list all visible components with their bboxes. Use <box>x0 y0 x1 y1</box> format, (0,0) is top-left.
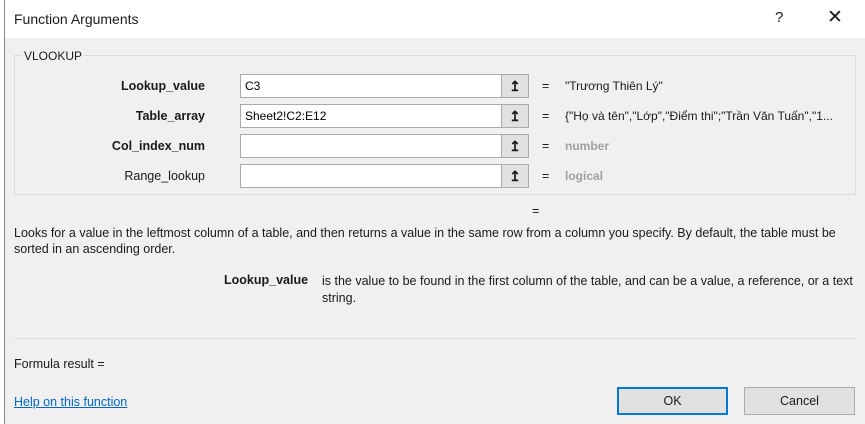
collapse-ref-icon[interactable]: ↥ <box>501 74 529 98</box>
help-icon[interactable]: ? <box>775 9 783 26</box>
formula-result: Formula result = <box>14 357 105 371</box>
lookup-value-input[interactable] <box>240 74 502 98</box>
arg-row-lookup-value: Lookup_value ↥ = "Trương Thiên Lý" <box>15 74 855 98</box>
equals-sign: = <box>542 139 550 153</box>
col-index-num-input[interactable] <box>240 134 502 158</box>
arg-result: number <box>565 139 610 153</box>
function-description: Looks for a value in the leftmost column… <box>14 226 836 256</box>
close-icon[interactable]: ✕ <box>827 6 843 29</box>
arg-help-text: is the value to be found in the first co… <box>322 274 853 305</box>
collapse-ref-icon[interactable]: ↥ <box>501 164 529 188</box>
function-arguments-dialog: Function Arguments ? ✕ Lookup_value ↥ = … <box>4 0 865 424</box>
arg-row-col-index-num: Col_index_num ↥ = number <box>15 134 855 158</box>
cancel-button[interactable]: Cancel <box>744 387 855 415</box>
divider <box>14 338 856 339</box>
arg-row-range-lookup: Range_lookup ↥ = logical <box>15 164 855 188</box>
equals-sign: = <box>542 169 550 183</box>
arg-label: Lookup_value <box>120 79 205 93</box>
arg-result: {"Họ và tên","Lớp","Điểm thi";"Trần Văn … <box>565 109 833 123</box>
collapse-ref-icon[interactable]: ↥ <box>501 104 529 128</box>
arguments-group: Lookup_value ↥ = "Trương Thiên Lý" Table… <box>14 55 856 195</box>
collapse-ref-icon[interactable]: ↥ <box>501 134 529 158</box>
dialog-title: Function Arguments <box>14 11 139 27</box>
arg-help-name: Lookup_value <box>224 273 309 287</box>
arg-label: Table_array <box>135 109 205 123</box>
title-bar: Function Arguments ? ✕ <box>5 0 865 38</box>
help-on-function-link[interactable]: Help on this function <box>14 395 127 409</box>
equals-sign: = <box>542 79 550 93</box>
arg-row-table-array: Table_array ↥ = {"Họ và tên","Lớp","Điểm… <box>15 104 855 128</box>
arg-label: Range_lookup <box>124 169 205 183</box>
arg-result: "Trương Thiên Lý" <box>565 79 663 93</box>
function-name-label: VLOOKUP <box>22 49 85 63</box>
table-array-input[interactable] <box>240 104 502 128</box>
ok-button[interactable]: OK <box>617 387 728 415</box>
range-lookup-input[interactable] <box>240 164 502 188</box>
equals-sign: = <box>542 109 550 123</box>
arg-label: Col_index_num <box>111 139 205 153</box>
arg-result: logical <box>565 169 604 183</box>
overall-equals-sign: = <box>532 204 540 218</box>
